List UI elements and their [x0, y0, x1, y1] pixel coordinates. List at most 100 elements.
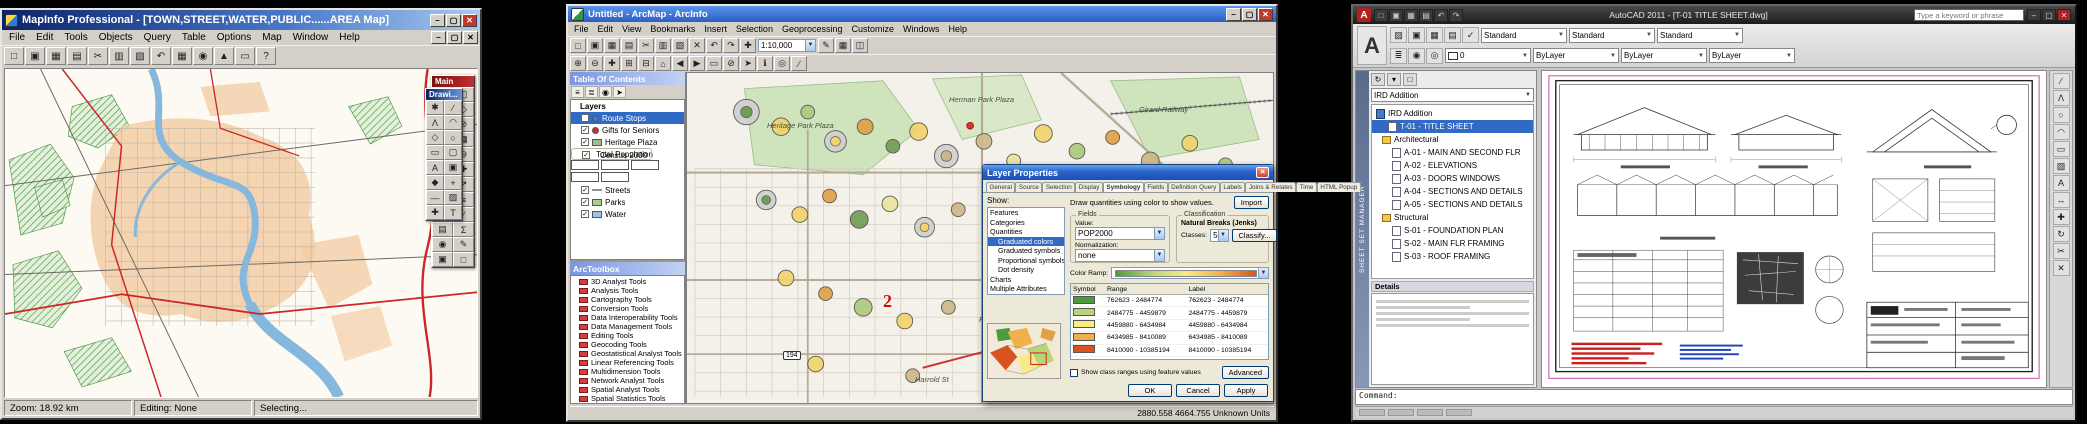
toc-layer-item[interactable]: 8410090 - 10385194	[601, 172, 629, 182]
reshape-tool[interactable]: ◆	[426, 175, 444, 190]
paste-icon[interactable]: ▧	[672, 38, 688, 53]
polyline-tool[interactable]: Λ	[426, 115, 444, 130]
layer-visibility-checkbox[interactable]	[581, 114, 589, 122]
new-map-icon[interactable]: □	[570, 38, 586, 53]
status-toggle[interactable]	[1446, 409, 1472, 416]
maximize-button[interactable]: ▢	[2042, 9, 2056, 21]
forward-extent-icon[interactable]: ▶	[689, 56, 705, 71]
menu-item[interactable]: Windows	[899, 24, 944, 34]
dialog-tab[interactable]: Display	[1075, 182, 1103, 192]
save-icon[interactable]: ▦	[604, 38, 620, 53]
dialog-tab[interactable]: Selection	[1042, 182, 1075, 192]
mdi-restore-button[interactable]: ▢	[447, 31, 462, 44]
refresh-sheet-set-icon[interactable]: ↻	[1371, 73, 1385, 86]
menu-item[interactable]: Help	[334, 31, 365, 44]
zoom-status[interactable]: Zoom: 18.92 km	[4, 400, 132, 416]
new-browser-icon[interactable]: ▦	[172, 47, 192, 65]
layer-states-icon[interactable]: ◉	[1408, 48, 1425, 64]
toc-layer-item[interactable]: Census 2000	[571, 148, 652, 160]
qnew-icon[interactable]: □	[1374, 9, 1388, 22]
line-style-tool[interactable]: —	[426, 190, 444, 205]
block-editor-icon[interactable]: ▣	[1408, 27, 1425, 43]
menu-item[interactable]: Bookmarks	[646, 24, 699, 34]
assign-selected-tool[interactable]: ✎	[453, 237, 474, 252]
mdi-minimize-button[interactable]: –	[431, 31, 446, 44]
layer-visibility-checkbox[interactable]	[581, 186, 589, 194]
toc-layer-item[interactable]: 2484775 - 4459879	[601, 160, 629, 170]
menu-item[interactable]: View	[618, 24, 645, 34]
drawing-canvas[interactable]	[1541, 70, 2047, 388]
symbol-table-row[interactable]: 6434985 - 8410089 6434985 - 8410089	[1071, 332, 1268, 344]
undo-icon[interactable]: ↶	[151, 47, 171, 65]
rotate-icon[interactable]: ↻	[2053, 226, 2070, 242]
list-by-drawing-order-icon[interactable]: ≡	[571, 86, 584, 98]
show-class-ranges-checkbox[interactable]	[1070, 369, 1078, 377]
sheet-tree-item[interactable]: S-03 - ROOF FRAMING	[1372, 250, 1533, 263]
frame-tool[interactable]: ▣	[444, 160, 462, 175]
cut-icon[interactable]: ✂	[638, 38, 654, 53]
scale-dropdown[interactable]: 1:10,000▼	[758, 39, 816, 52]
open-icon[interactable]: ▣	[1389, 9, 1403, 22]
text-icon[interactable]: A	[2053, 175, 2070, 191]
symbol-table-row[interactable]: 4459880 - 6434984 4459880 - 6434984	[1071, 320, 1268, 332]
table-icon[interactable]: ▦	[1426, 27, 1443, 43]
fixed-zoom-in-icon[interactable]: ⊞	[621, 56, 637, 71]
new-sheet-icon[interactable]: □	[1403, 73, 1417, 86]
color-dropdown[interactable]: ByLayer▼	[1533, 48, 1619, 63]
layer-dropdown[interactable]: 0▼	[1445, 48, 1531, 63]
minimize-button[interactable]: –	[1226, 8, 1241, 21]
print-icon[interactable]: ▤	[621, 38, 637, 53]
sheet-set-dropdown[interactable]: IRD Addition▼	[1371, 88, 1534, 102]
toc-layer-item[interactable]: Heritage Plaza	[571, 136, 684, 148]
show-list-item[interactable]: Dot density	[988, 265, 1064, 275]
sheet-tree-item[interactable]: A-04 - SECTIONS AND DETAILS	[1372, 185, 1533, 198]
list-by-visibility-icon[interactable]: ◉	[599, 86, 612, 98]
menu-item[interactable]: Insert	[700, 24, 731, 34]
print-icon[interactable]: ▤	[67, 47, 87, 65]
menu-item[interactable]: Window	[288, 31, 334, 44]
show-list-item[interactable]: Charts	[988, 275, 1064, 285]
class-color-swatch[interactable]	[1073, 296, 1095, 304]
dialog-tab[interactable]: Definition Query	[1168, 182, 1220, 192]
normalization-dropdown[interactable]: none▼	[1075, 249, 1165, 262]
dialog-tab[interactable]: Labels	[1220, 182, 1246, 192]
erase-icon[interactable]: ✕	[2053, 260, 2070, 276]
ok-button[interactable]: OK	[1128, 384, 1172, 397]
chevron-down-icon[interactable]: ▼	[805, 40, 815, 51]
paste-icon[interactable]: ▧	[130, 47, 150, 65]
move-icon[interactable]: ✚	[2053, 209, 2070, 225]
cut-icon[interactable]: ✂	[88, 47, 108, 65]
layer-visibility-checkbox[interactable]	[581, 198, 589, 206]
back-extent-icon[interactable]: ◀	[672, 56, 688, 71]
chevron-down-icon[interactable]: ▼	[1698, 53, 1704, 59]
dialog-tab[interactable]: General	[986, 182, 1015, 192]
copy-icon[interactable]: ▥	[109, 47, 129, 65]
line-icon[interactable]: ∕	[2053, 73, 2070, 89]
text-tool[interactable]: A	[426, 160, 444, 175]
arc-tool[interactable]: ◠	[444, 115, 462, 130]
field-icon[interactable]: ▤	[1444, 27, 1461, 43]
class-color-swatch[interactable]	[1073, 308, 1095, 316]
maximize-button[interactable]: ▢	[446, 14, 461, 27]
chevron-down-icon[interactable]: ▼	[1522, 53, 1528, 59]
fixed-zoom-out-icon[interactable]: ⊟	[638, 56, 654, 71]
classify-button[interactable]: Classify...	[1232, 229, 1278, 242]
dim-style-dropdown[interactable]: Standard▼	[1569, 28, 1655, 43]
toolbox-item[interactable]: Data Management Tools	[571, 322, 684, 331]
sheet-tree-item[interactable]: A-03 - DOORS WINDOWS	[1372, 172, 1533, 185]
add-data-icon[interactable]: ✚	[740, 38, 756, 53]
dialog-titlebar[interactable]: Layer Properties ✕	[983, 165, 1273, 180]
clear-selection-icon[interactable]: ⊘	[723, 56, 739, 71]
mapinfo-titlebar[interactable]: MapInfo Professional - [TOWN,STREET,WATE…	[2, 10, 480, 30]
toc-layer-item[interactable]: Streets	[571, 184, 684, 196]
classes-dropdown[interactable]: 5▼	[1210, 229, 1228, 242]
open-icon[interactable]: ▣	[587, 38, 603, 53]
show-list-item[interactable]: Quantities	[988, 227, 1064, 237]
layer-visibility-checkbox[interactable]	[581, 126, 589, 134]
chevron-down-icon[interactable]: ▼	[1558, 32, 1564, 38]
close-button[interactable]: ✕	[1258, 8, 1273, 21]
advanced-button[interactable]: Advanced	[1222, 366, 1269, 379]
minimize-button[interactable]: –	[430, 14, 445, 27]
open-icon[interactable]: ▣	[25, 47, 45, 65]
new-layout-icon[interactable]: ▭	[235, 47, 255, 65]
